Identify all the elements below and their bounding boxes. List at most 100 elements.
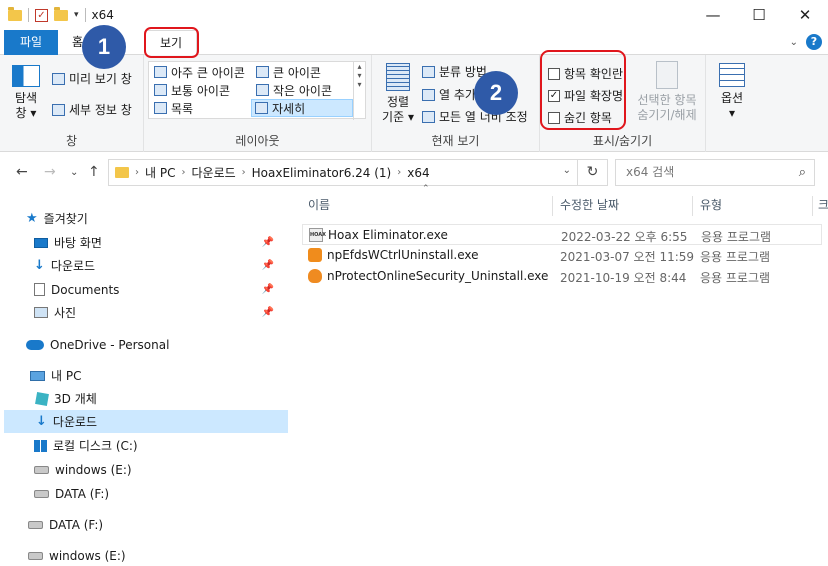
- breadcrumb-x64[interactable]: x64: [407, 166, 429, 180]
- sidebar-item-downloads[interactable]: ↓ 다운로드 📌: [34, 254, 284, 277]
- pin-icon: 📌: [261, 307, 274, 318]
- quick-access-toolbar: ✓ ▾: [0, 6, 86, 22]
- table-row[interactable]: HOAX Hoax Eliminator.exe 2022-03-22 오후 6:…: [302, 224, 822, 245]
- options-button[interactable]: 옵션 ▾: [712, 63, 752, 121]
- preview-pane-label: 미리 보기 창: [69, 72, 132, 86]
- sidebar-item-label: 로컬 디스크 (C:): [53, 439, 138, 453]
- file-name: nProtectOnlineSecurity_Uninstall.exe: [327, 269, 549, 283]
- desktop-icon: [34, 237, 48, 248]
- layout-gallery: 아주 큰 아이콘 큰 아이콘 보통 아이콘 작은 아이콘 목록 자세히 ▴ ▾ ▾: [148, 61, 366, 120]
- group-pane: 탐색 창 ▾ 미리 보기 창 세부 정보 창 창: [0, 55, 144, 152]
- sort-label2: 기준: [382, 110, 405, 124]
- column-header-size[interactable]: 크: [818, 192, 828, 218]
- sidebar-item-label: 즐겨찾기: [43, 212, 88, 226]
- address-bar[interactable]: › 내 PC › 다운로드 › HoaxEliminator6.24 (1) ›…: [108, 159, 578, 186]
- hide-selected-label: 선택한 항목: [637, 93, 697, 107]
- group-by-button[interactable]: 분류 방법: [422, 63, 487, 80]
- sidebar-item-label: 다운로드: [50, 259, 96, 273]
- fit-columns-icon: [422, 110, 435, 123]
- sidebar-item-onedrive[interactable]: OneDrive - Personal: [26, 333, 169, 356]
- sidebar-item-this-pc[interactable]: 내 PC: [30, 364, 81, 387]
- column-header-date[interactable]: 수정한 날짜: [560, 192, 619, 218]
- properties-icon[interactable]: ✓: [35, 8, 48, 22]
- sidebar-item-pictures[interactable]: 사진 📌: [34, 301, 284, 324]
- 3d-object-icon: [35, 391, 49, 406]
- search-icon: ⌕: [798, 165, 806, 180]
- new-folder-icon[interactable]: [54, 6, 68, 21]
- details-pane-button[interactable]: 세부 정보 창: [52, 101, 132, 118]
- chevron-right-icon[interactable]: ›: [242, 167, 246, 178]
- chevron-right-icon[interactable]: ›: [397, 167, 401, 178]
- drive-icon: [34, 465, 49, 474]
- table-row[interactable]: npEfdsWCtrlUninstall.exe 2021-03-07 오전 1…: [302, 245, 822, 266]
- download-icon: ↓: [34, 258, 45, 273]
- sidebar-item-drive-data-f[interactable]: DATA (F:): [28, 513, 103, 536]
- chevron-down-icon[interactable]: ▾: [74, 10, 79, 20]
- breadcrumb-downloads[interactable]: 다운로드: [191, 164, 235, 181]
- column-divider[interactable]: [692, 196, 693, 216]
- recent-locations-icon[interactable]: ⌄: [70, 167, 78, 178]
- minimize-button[interactable]: —: [690, 0, 736, 30]
- column-header-type[interactable]: 유형: [700, 192, 722, 218]
- breadcrumb-hoaxeliminator[interactable]: HoaxEliminator6.24 (1): [252, 166, 392, 180]
- group-label: 현재 보기: [431, 134, 480, 148]
- hoax-app-icon: HOAX: [309, 228, 326, 242]
- navigation-pane-label: 탐색: [14, 91, 38, 105]
- sidebar-item-desktop[interactable]: 바탕 화면 📌: [34, 231, 284, 254]
- sidebar-item-drive-windows-e[interactable]: windows (E:): [28, 544, 126, 566]
- tab-file[interactable]: 파일: [4, 30, 58, 55]
- sidebar-item-quick-access[interactable]: ★ 즐겨찾기: [26, 207, 88, 230]
- chevron-right-icon[interactable]: ›: [181, 167, 185, 178]
- file-name: npEfdsWCtrlUninstall.exe: [327, 248, 479, 262]
- table-row[interactable]: nProtectOnlineSecurity_Uninstall.exe 202…: [302, 266, 822, 287]
- layout-large-icons[interactable]: 큰 아이콘: [253, 63, 324, 81]
- help-icon[interactable]: ?: [806, 34, 822, 50]
- add-columns-button[interactable]: 열 추가: [422, 86, 476, 103]
- hide-selected-button[interactable]: 선택한 항목 숨기기/해제: [632, 61, 702, 123]
- ribbon: 탐색 창 ▾ 미리 보기 창 세부 정보 창 창 레이아웃 아주 큰 아이콘 큰…: [0, 55, 828, 152]
- layout-label: 목록: [171, 101, 194, 116]
- sidebar-item-label: DATA (F:): [49, 517, 104, 532]
- sidebar-item-3d-objects[interactable]: 3D 개체: [35, 387, 97, 410]
- navigation-pane-label2: 창: [15, 106, 27, 120]
- chevron-right-icon[interactable]: ›: [135, 167, 139, 178]
- forward-arrow-icon[interactable]: →: [44, 164, 56, 180]
- group-label: 표시/숨기기: [592, 134, 653, 148]
- sidebar-item-windows-e[interactable]: windows (E:): [34, 458, 132, 481]
- fit-columns-button[interactable]: 모든 열 너비 조정: [422, 108, 528, 125]
- up-arrow-icon[interactable]: ↑: [88, 164, 100, 180]
- hide-selected-icon: [656, 61, 678, 89]
- pin-icon: 📌: [261, 260, 274, 271]
- navigation-pane-icon: [12, 65, 40, 87]
- chevron-down-icon[interactable]: ⌄: [563, 165, 571, 176]
- breadcrumb-this-pc[interactable]: 내 PC: [145, 164, 175, 181]
- column-divider[interactable]: [812, 196, 813, 216]
- layout-small-icons[interactable]: 작은 아이콘: [253, 81, 335, 99]
- maximize-button[interactable]: ☐: [736, 0, 782, 30]
- search-input[interactable]: x64 검색 ⌕: [615, 159, 815, 186]
- close-button[interactable]: ✕: [782, 0, 828, 30]
- layout-extra-large-icons[interactable]: 아주 큰 아이콘: [151, 63, 248, 81]
- group-label: 창: [65, 134, 78, 148]
- preview-pane-button[interactable]: 미리 보기 창: [52, 70, 132, 87]
- gallery-scroll[interactable]: ▴ ▾ ▾: [353, 62, 365, 120]
- layout-list[interactable]: 목록: [151, 99, 196, 117]
- column-divider[interactable]: [552, 196, 553, 216]
- column-header-name[interactable]: 이름: [308, 192, 330, 218]
- drive-icon: [28, 520, 43, 529]
- navigation-bar: ← → ⌄ ↑ › 내 PC › 다운로드 › HoaxEliminator6.…: [0, 152, 828, 192]
- refresh-icon[interactable]: ↻: [578, 159, 608, 186]
- sort-by-button[interactable]: 정렬 기준 ▾: [380, 63, 416, 125]
- sidebar-item-local-disk-c[interactable]: 로컬 디스크 (C:): [34, 434, 138, 457]
- chevron-down-icon[interactable]: ⌄: [790, 37, 798, 48]
- folder-icon: [8, 6, 22, 21]
- layout-label: 자세히: [272, 101, 306, 116]
- sidebar-item-downloads-pc[interactable]: ↓ 다운로드: [4, 410, 288, 433]
- layout-label: 보통 아이콘: [171, 83, 231, 98]
- back-arrow-icon[interactable]: ←: [16, 164, 28, 180]
- navigation-pane-button[interactable]: 탐색 창 ▾: [8, 65, 44, 121]
- sidebar-item-documents[interactable]: Documents 📌: [34, 278, 284, 301]
- layout-details[interactable]: 자세히: [251, 99, 353, 117]
- layout-medium-icons[interactable]: 보통 아이콘: [151, 81, 233, 99]
- sidebar-item-data-f[interactable]: DATA (F:): [34, 482, 109, 505]
